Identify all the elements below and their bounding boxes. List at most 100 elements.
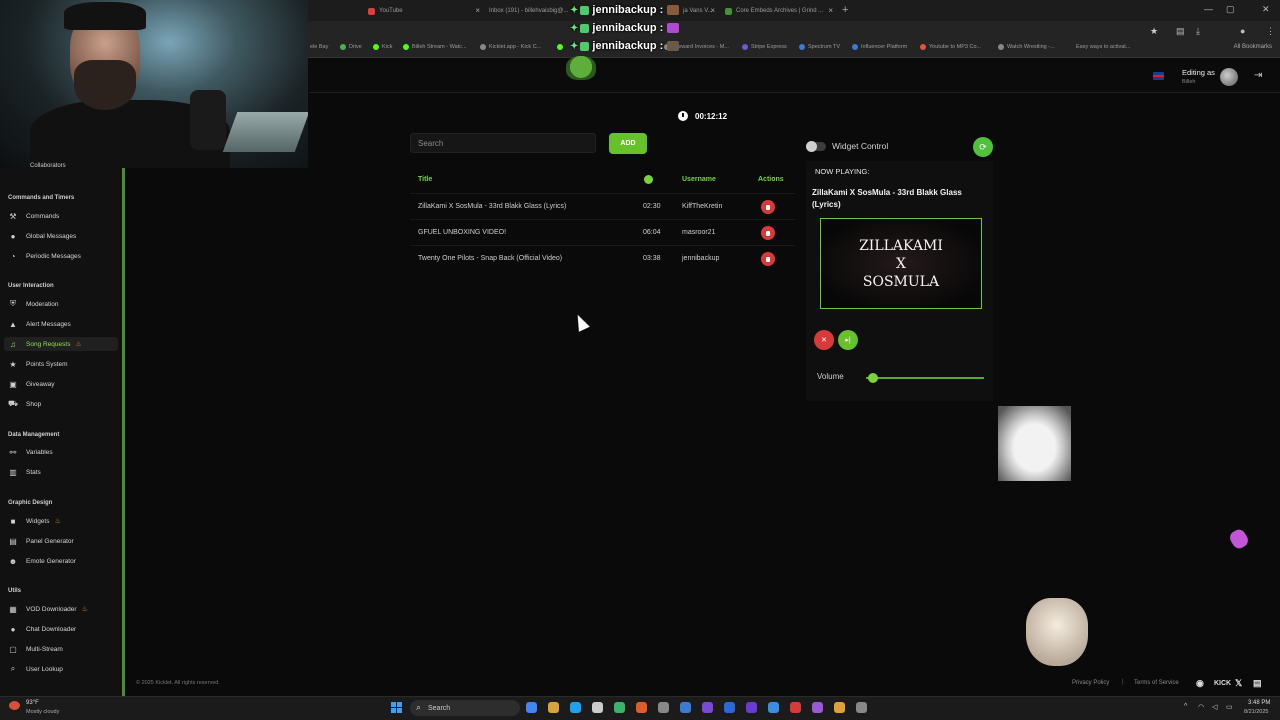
taskbar-app-icon[interactable] [570,702,581,713]
speaker-icon[interactable]: ◁ [1212,703,1217,711]
taskbar-app-icon[interactable] [614,702,625,713]
all-bookmarks-button[interactable]: All Bookmarks [1234,44,1272,50]
windows-start-icon[interactable] [391,702,402,713]
footer-separator: | [1122,679,1124,685]
taskbar-app-icon[interactable] [592,702,603,713]
taskbar-app-icon[interactable] [724,702,735,713]
bookmark-item[interactable] [557,44,566,50]
bookmark-item[interactable]: Drive [340,44,362,50]
taskbar-search[interactable]: Search [410,700,520,716]
weather-icon[interactable] [9,701,20,710]
bookmark-item[interactable]: Stripe Express [742,44,787,50]
extensions-icon[interactable]: ▤ [1176,26,1185,37]
sidebar-item-chat-downloader[interactable]: ● Chat Downloader [4,622,118,636]
battery-icon[interactable]: ▭ [1226,703,1233,711]
link-icon: ⚯ [9,447,17,457]
browser-tab-youtube[interactable]: YouTube × [368,3,480,19]
taskbar-app-icon[interactable] [768,702,779,713]
webcam-cap [64,2,146,30]
add-song-button[interactable]: ADD [609,133,647,154]
taskbar-app-icon[interactable] [636,702,647,713]
taskbar-app-icon[interactable] [834,702,845,713]
bookmark-item[interactable]: Watch Wrestling -... [998,44,1055,50]
bookmark-item[interactable]: Kick [373,44,392,50]
taskbar-app-icon[interactable] [548,702,559,713]
skip-button[interactable]: ▸| [838,330,858,350]
sidebar-item-panel-generator[interactable]: ▤ Panel Generator [4,534,118,548]
sidebar-item-giveaway[interactable]: ▣ Giveaway [4,377,118,391]
widget-control-toggle[interactable] [806,141,826,152]
wifi-icon[interactable]: ◠ [1198,703,1204,711]
x-twitter-icon[interactable]: 𝕏 [1235,678,1242,689]
uk-flag-icon[interactable] [1153,72,1164,80]
window-icon: ▢ [9,644,17,654]
refresh-icon: ⟳ [979,141,987,152]
sidebar-item-user-lookup[interactable]: ⌕ User Lookup [4,662,118,676]
delete-song-button[interactable] [761,200,775,214]
profile-icon[interactable]: ● [1240,26,1245,36]
bookmark-item[interactable]: Easy ways to activat... [1076,44,1130,50]
close-tab-icon[interactable]: × [475,6,480,15]
delete-song-button[interactable] [761,252,775,266]
terms-of-service-link[interactable]: Terms of Service [1134,680,1179,686]
taskbar-app-icon[interactable] [526,702,537,713]
menu-icon[interactable]: ⋮ [1266,26,1275,37]
delete-song-button[interactable] [761,226,775,240]
taskbar-app-icon[interactable] [746,702,757,713]
chevron-up-icon[interactable]: ^ [1184,703,1187,710]
bookmark-label: Kick [382,44,393,50]
taskbar-app-icon[interactable] [702,702,713,713]
minimize-icon[interactable]: — [1204,4,1213,14]
sidebar-item-variables[interactable]: ⚯ Variables [4,445,118,459]
close-window-icon[interactable]: ✕ [1262,4,1270,15]
taskbar-app-icon[interactable] [658,702,669,713]
bookmark-item[interactable]: Youtube to MP3 Co... [920,44,981,50]
volume-label: Volume [817,372,844,381]
download-icon[interactable]: ⤓ [1196,26,1200,37]
sidebar-item-alert-messages[interactable]: ▲ Alert Messages [4,317,118,331]
sidebar-item-stats[interactable]: ▥ Stats [4,465,118,479]
sidebar-item-emote-generator[interactable]: ☻ Emote Generator [4,554,118,568]
refresh-button[interactable]: ⟳ [973,137,993,157]
taskbar-app-icon[interactable] [812,702,823,713]
taskbar-app-icon[interactable] [790,702,801,713]
sidebar-item-periodic-messages[interactable]: ◔ Periodic Messages [4,249,118,263]
trash-icon [766,204,770,210]
bookmark-item[interactable]: Spectrum TV [799,44,840,50]
logout-icon[interactable]: ⇥ [1254,70,1262,81]
stop-button[interactable]: ✕ [814,330,834,350]
bookmark-item[interactable]: Influencer Platform [852,44,907,50]
sidebar-item-widgets[interactable]: ■ Widgets ♨ [4,514,118,528]
sidebar-item-points-system[interactable]: ★ Points System [4,357,118,371]
taskbar-app-icon[interactable] [680,702,691,713]
bookmark-item[interactable]: ele Bay [310,44,328,50]
search-input[interactable] [410,133,596,153]
sidebar-item-moderation[interactable]: ⛨ Moderation [4,297,118,311]
browser-tab-inbox[interactable]: Inbox (191) - billehvaisbig@... [485,3,568,19]
document-icon[interactable]: ▤ [1253,678,1262,689]
bookmark-item[interactable]: Kicklet.app - Kick C... [480,44,541,50]
new-tab-button[interactable]: + [842,4,848,16]
volume-slider[interactable] [866,377,984,379]
kick-icon[interactable]: KICK [1214,680,1231,687]
discord-icon[interactable]: ◉ [1196,678,1204,689]
sidebar-item-vod-downloader[interactable]: ▦ VOD Downloader ♨ [4,602,118,616]
sidebar-item-global-messages[interactable]: ● Global Messages [4,229,118,243]
close-tab-icon[interactable]: × [828,6,833,15]
taskbar-app-icon[interactable] [856,702,867,713]
column-header-title: Title [418,176,433,183]
song-title: ZillaKami X SosMula - 33rd Blakk Glass (… [418,203,567,210]
sidebar-item-shop[interactable]: ⛟ Shop [4,397,118,411]
avatar[interactable] [1220,68,1238,86]
bookmark-item[interactable]: Billeh Stream - Watc... [403,44,467,50]
sidebar-item-multi-stream[interactable]: ▢ Multi-Stream [4,642,118,656]
sidebar-item-song-requests[interactable]: ♫ Song Requests ♨ [4,337,118,351]
bookmark-star-icon[interactable]: ★ [1150,26,1158,37]
close-tab-icon[interactable]: × [710,6,715,15]
sidebar-item-commands[interactable]: ⚒ Commands [4,209,118,223]
maximize-icon[interactable]: ▢ [1226,4,1235,15]
album-art: ZILLAKAMI X SOSMULA [820,218,982,309]
sidebar-item-collaborators[interactable]: Collaborators [30,163,66,169]
browser-tab-core-embeds[interactable]: Core Embeds Archives | Grind ... × [725,3,833,19]
privacy-policy-link[interactable]: Privacy Policy [1072,680,1109,686]
